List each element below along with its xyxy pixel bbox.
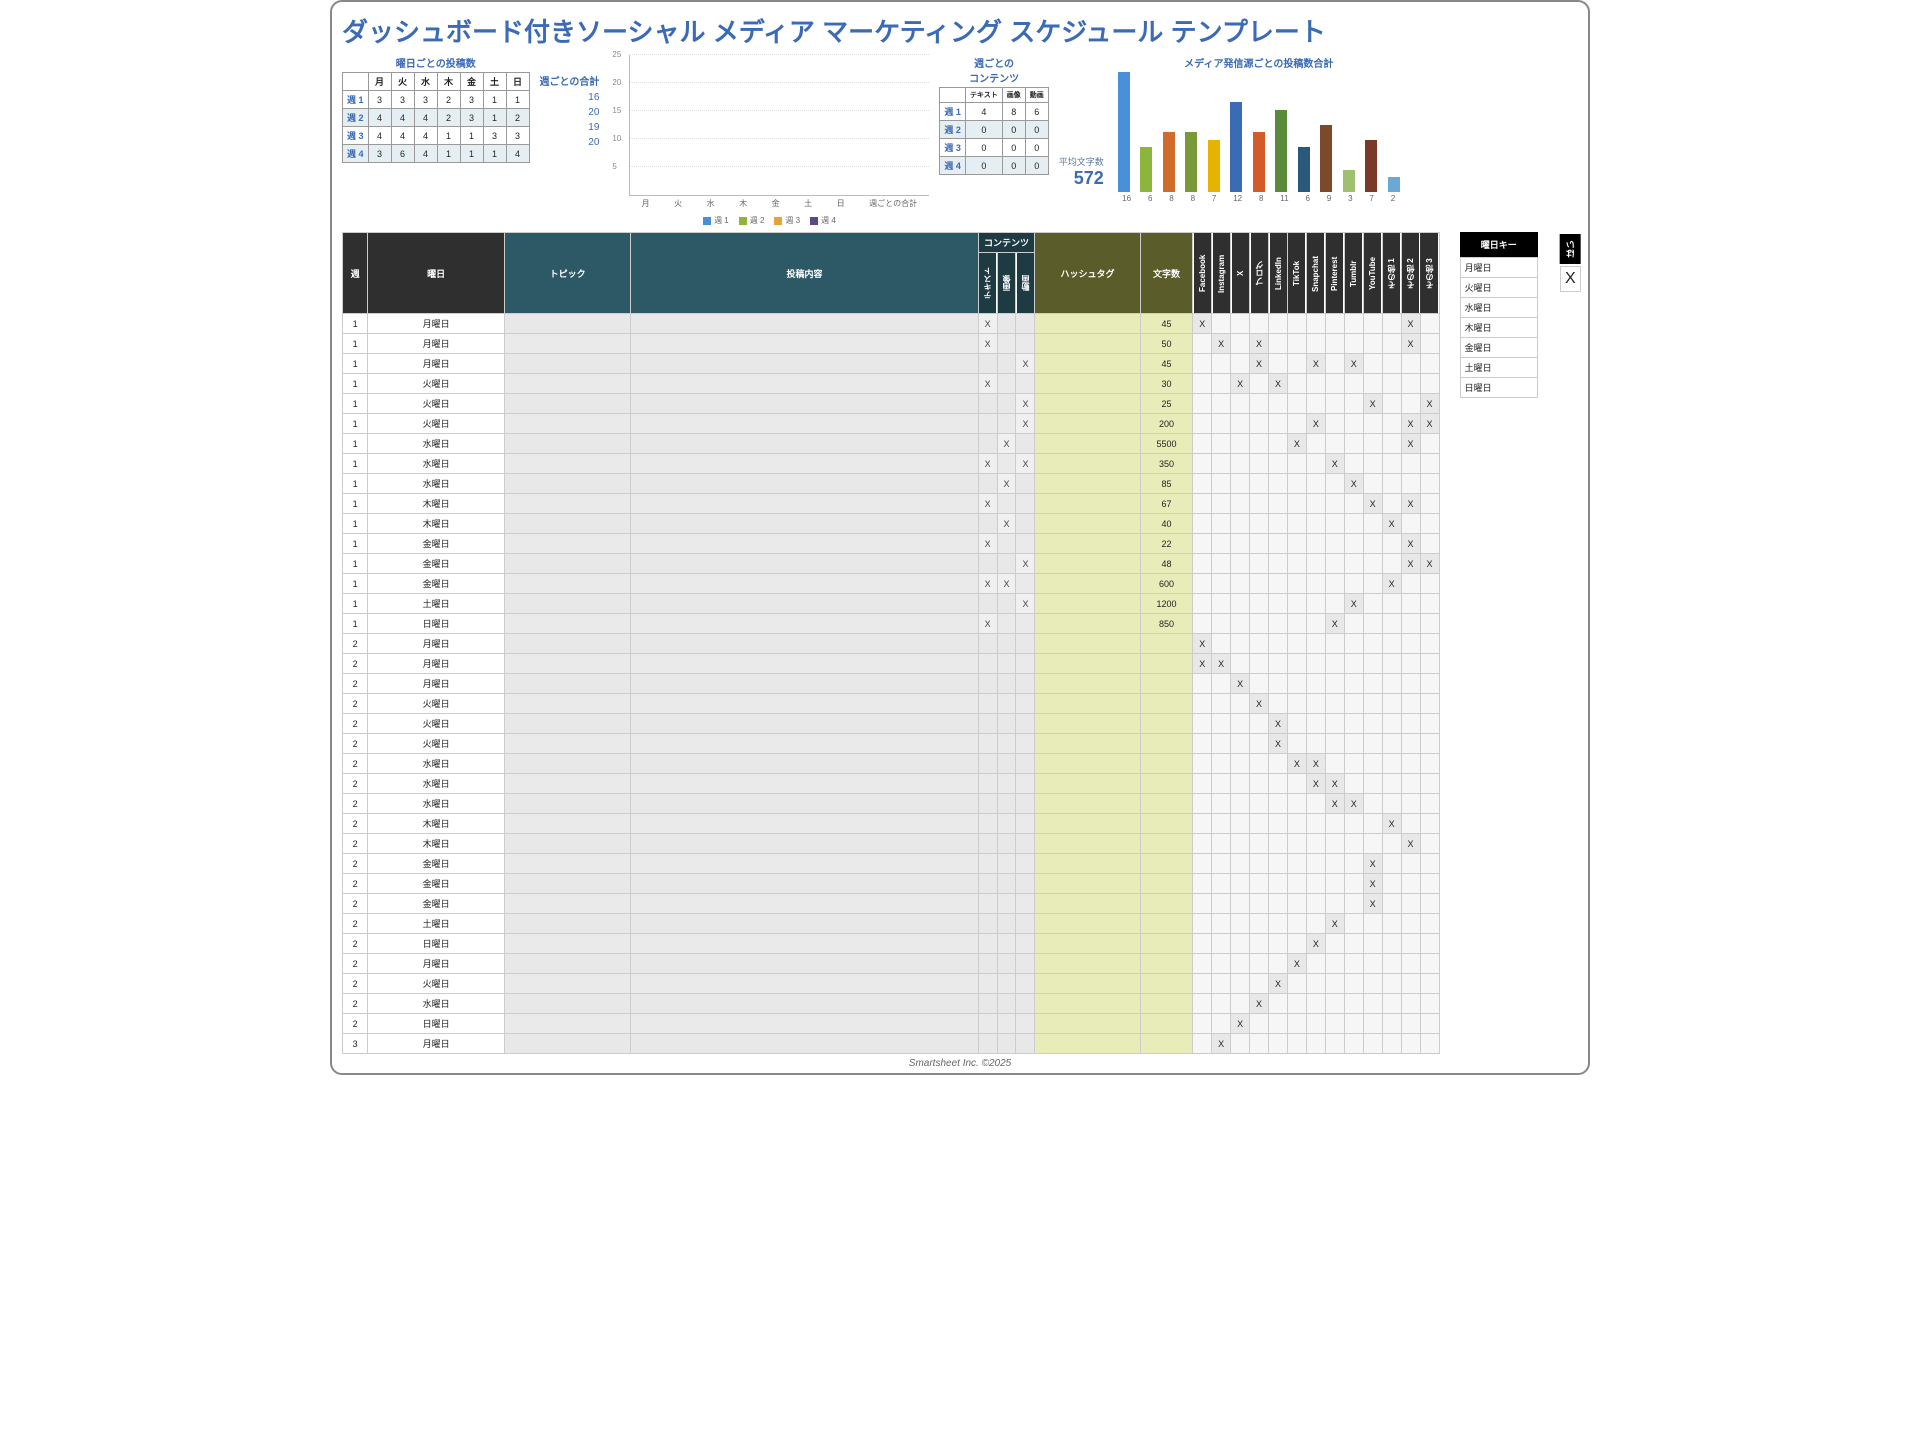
day-key-item: 金曜日 [1460,338,1537,358]
dashboard-row: 曜日ごとの投稿数 月火水木金土日週 13332311週 24442312週 34… [342,55,1578,226]
content-by-week-title: 週ごとの コンテンツ [939,55,1048,85]
table-row[interactable]: 2火曜日X [343,694,1440,714]
table-row[interactable]: 1火曜日X30XX [343,374,1440,394]
table-row[interactable]: 2日曜日X [343,1014,1440,1034]
table-row[interactable]: 1木曜日X67XX [343,494,1440,514]
table-row[interactable]: 2日曜日X [343,934,1440,954]
table-row[interactable]: 1火曜日X200XXX [343,414,1440,434]
table-row[interactable]: 2木曜日X [343,814,1440,834]
table-row[interactable]: 1日曜日X850X [343,614,1440,634]
table-row[interactable]: 1金曜日X48XX [343,554,1440,574]
yes-key-table: はいX [1558,232,1583,294]
table-row[interactable]: 2月曜日XX [343,654,1440,674]
table-row[interactable]: 2水曜日XX [343,794,1440,814]
yes-key-title: はい [1560,234,1581,264]
footer: Smartsheet Inc. ©2025 [342,1058,1578,1069]
yes-key-value: X [1560,266,1581,292]
posts-by-day-block: 曜日ごとの投稿数 月火水木金土日週 13332311週 24442312週 34… [342,55,530,163]
table-row[interactable]: 3月曜日X [343,1034,1440,1054]
day-key-title: 曜日キー [1460,232,1537,258]
table-row[interactable]: 2月曜日X [343,634,1440,654]
table-row[interactable]: 1水曜日X5500XX [343,434,1440,454]
schedule-table[interactable]: 週曜日トピック投稿内容コンテンツハッシュタグ文字数FacebookInstagr… [342,232,1440,1054]
day-key-item: 火曜日 [1460,278,1537,298]
day-key-item: 水曜日 [1460,298,1537,318]
table-row[interactable]: 2水曜日X [343,994,1440,1014]
table-row[interactable]: 1金曜日XX600X [343,574,1440,594]
table-row[interactable]: 2金曜日X [343,874,1440,894]
media-chart-title: メディア発信源ごとの投稿数合計 [1114,55,1404,70]
weekly-totals-block: 週ごとの合計 16201920 [540,55,600,152]
table-row[interactable]: 2火曜日X [343,974,1440,994]
day-key-item: 月曜日 [1460,258,1537,278]
table-row[interactable]: 2金曜日X [343,894,1440,914]
weekly-totals-title: 週ごとの合計 [540,73,600,88]
day-key-item: 土曜日 [1460,358,1537,378]
posts-by-day-title: 曜日ごとの投稿数 [342,55,530,70]
table-row[interactable]: 2水曜日XX [343,774,1440,794]
table-row[interactable]: 2土曜日X [343,914,1440,934]
table-row[interactable]: 1水曜日XX350X [343,454,1440,474]
table-row[interactable]: 2金曜日X [343,854,1440,874]
avg-chars-block: 平均文字数 572 [1059,55,1104,189]
table-row[interactable]: 2木曜日X [343,834,1440,854]
media-chart-block: メディア発信源ごとの投稿数合計 1668871281169372 [1114,55,1404,203]
table-row[interactable]: 2火曜日X [343,734,1440,754]
table-row[interactable]: 2月曜日X [343,954,1440,974]
avg-chars-value: 572 [1059,168,1104,189]
posts-by-day-table: 月火水木金土日週 13332311週 24442312週 34441133週 4… [342,72,530,163]
day-key-item: 木曜日 [1460,318,1537,338]
content-by-week-table: テキスト画像動画週 1486週 2000週 3000週 4000 [939,87,1048,175]
table-row[interactable]: 1金曜日X22X [343,534,1440,554]
day-key-table: 曜日キー月曜日火曜日水曜日木曜日金曜日土曜日日曜日 [1460,232,1538,398]
table-row[interactable]: 1火曜日X25XX [343,394,1440,414]
avg-chars-label: 平均文字数 [1059,157,1104,167]
table-row[interactable]: 1月曜日X50XXX [343,334,1440,354]
table-row[interactable]: 1土曜日X1200X [343,594,1440,614]
table-row[interactable]: 1木曜日X40X [343,514,1440,534]
table-row[interactable]: 1月曜日X45XX [343,314,1440,334]
table-row[interactable]: 1月曜日X45XXX [343,354,1440,374]
day-key-item: 日曜日 [1460,378,1537,398]
table-row[interactable]: 1水曜日X85X [343,474,1440,494]
page-title: ダッシュボード付きソーシャル メディア マーケティング スケジュール テンプレー… [342,12,1578,49]
table-row[interactable]: 2月曜日X [343,674,1440,694]
content-by-week-block: 週ごとの コンテンツ テキスト画像動画週 1486週 2000週 3000週 4… [939,55,1048,175]
table-row[interactable]: 2水曜日XX [343,754,1440,774]
table-row[interactable]: 2火曜日X [343,714,1440,734]
grouped-bar-chart: 510152025 月火水木金土日週ごとの合計 週 1週 2週 3週 4 [609,55,929,226]
